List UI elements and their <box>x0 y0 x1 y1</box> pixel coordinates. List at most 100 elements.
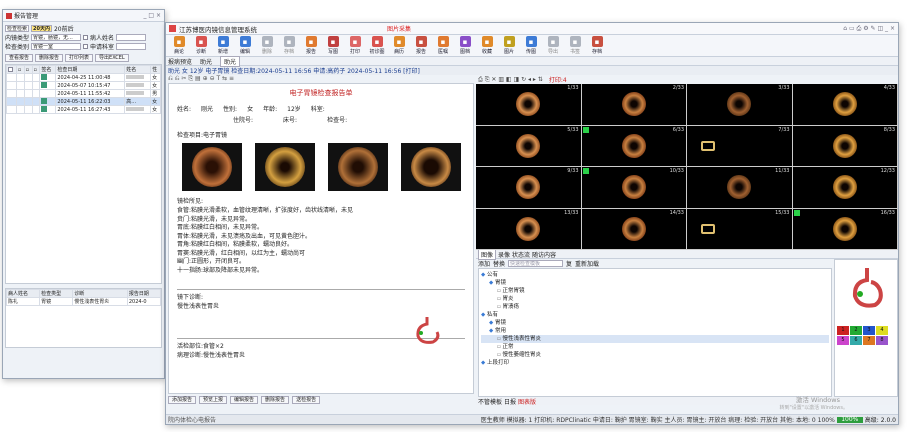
patient-name-check[interactable] <box>83 35 89 40</box>
col-check[interactable] <box>6 65 17 74</box>
report-edit-toolbar[interactable]: ⎌ ⎌ ✂ ⎘ ▤ ⊕ ⊖ T ⇆ ≡ <box>166 75 476 83</box>
col-type[interactable]: 检查类型 <box>39 289 74 298</box>
thumbnail[interactable]: 1/33 <box>476 84 582 126</box>
thumbnail[interactable]: 6/33 <box>581 125 687 167</box>
tree-node[interactable]: ◆ 胃镜 <box>481 279 829 287</box>
tree-node[interactable]: ◆ 常用 <box>481 327 829 335</box>
report-image-3[interactable] <box>327 143 388 191</box>
thumbnail[interactable]: 15/33 <box>687 208 793 250</box>
site-color-2[interactable]: 2 <box>850 326 862 335</box>
filter-range[interactable]: 20前后 <box>54 24 74 33</box>
tree-node[interactable]: ▫ 胃炎 <box>481 295 829 303</box>
toolbar-button-2[interactable]: ▪ 新增 <box>212 36 234 55</box>
thumbnail[interactable]: 10/33 <box>581 167 687 209</box>
tab-light1[interactable]: 助光 <box>200 57 212 66</box>
col-rdate[interactable]: 报告日期 <box>126 289 162 298</box>
thumbnail[interactable]: 8/33 <box>792 125 898 167</box>
site-color-4[interactable]: 4 <box>876 326 888 335</box>
thumbnail[interactable]: 7/33 <box>687 125 793 167</box>
tree-node[interactable]: ▫ 正常胃镜 <box>481 287 829 295</box>
thumbnail[interactable]: 16/33 <box>792 208 898 250</box>
tab-followup[interactable]: 随访内容 <box>532 250 556 259</box>
thumbnail[interactable]: 3/33 <box>687 84 793 126</box>
toolbar-button-17[interactable]: ▪ 导出 <box>542 36 564 55</box>
col-sex[interactable]: 性 <box>150 65 161 74</box>
stomach-site-diagram[interactable] <box>849 268 885 314</box>
tree-node[interactable]: ▫ 胃溃疡 <box>481 303 829 311</box>
table-row[interactable]: 2024-04-25 11:00:48 女 <box>6 73 161 82</box>
toolbar-button-15[interactable]: ▪ 图片 <box>498 36 520 55</box>
report-sheet[interactable]: 电子胃镜检查报告单 姓名: 刚光 性别: 女 年龄: 12岁 科室: 住院号: 床号:… <box>168 83 474 394</box>
add-report-button[interactable]: 添加报告 <box>168 395 197 404</box>
thumbnail[interactable]: 5/33 <box>476 125 582 167</box>
toolbar-button-0[interactable]: ▪ 病论 <box>168 36 190 55</box>
col-diag[interactable]: 诊断 <box>72 289 128 298</box>
toolbar-button-13[interactable]: ▪ 图档 <box>454 36 476 55</box>
endo-type-select[interactable]: 胃镜，肠镜，无... <box>31 34 82 41</box>
col-patient[interactable]: 病人姓名 <box>5 289 41 298</box>
toolbar-button-11[interactable]: ▪ 报告 <box>410 36 432 55</box>
thumbnail[interactable]: 14/33 <box>581 208 687 250</box>
preview-submit-button[interactable]: 预览上报 <box>199 395 228 404</box>
tree-node[interactable]: ▫ 正常 <box>481 343 829 351</box>
tree-node[interactable]: ◆ 上段打印 <box>481 359 829 367</box>
tpl-search[interactable]: 快速检查模板 <box>508 260 564 267</box>
tpl-add[interactable]: 添加 <box>478 259 490 268</box>
edit-report-button[interactable]: 编辑报告 <box>230 395 259 404</box>
tree-node[interactable]: ▫ 慢性浅表性胃炎 <box>481 335 829 343</box>
toolbar-button-9[interactable]: ▪ 初诊图 <box>366 36 388 55</box>
status-daily[interactable]: 日报 <box>504 397 516 406</box>
table-row[interactable]: 2024-05-11 11:55:42 男 <box>6 89 161 98</box>
site-color-5[interactable]: 5 <box>837 336 849 345</box>
report-image-4[interactable] <box>400 143 461 191</box>
tab-preview[interactable]: 报病预览 <box>168 57 192 66</box>
toolbar-button-7[interactable]: ▪ 写图 <box>322 36 344 55</box>
report-image-1[interactable] <box>181 143 242 191</box>
tab-light2[interactable]: 助光 <box>220 55 241 67</box>
col-date[interactable]: 检查日期 <box>55 65 126 74</box>
window-controls[interactable]: _ □ × <box>143 12 161 19</box>
image-toolbar-icons[interactable]: ⎙ ⎘ ✕ ▥ ◧ ◨ ↻ ◂ ▸ ⇅ <box>478 76 543 84</box>
table-row-selected[interactable]: 2024-05-11 16:22:03 高... 女 <box>6 97 161 106</box>
tab-images[interactable]: 图像 <box>478 248 497 260</box>
tree-node[interactable]: ▫ 慢性萎缩性胃炎 <box>481 351 829 359</box>
tree-node[interactable]: ◆ 公有 <box>481 271 829 279</box>
tpl-reload[interactable]: 重新加载 <box>575 259 599 268</box>
site-color-1[interactable]: 1 <box>837 326 849 335</box>
filter-20days[interactable]: 20天内 <box>31 25 52 32</box>
tab-video[interactable]: 录像 <box>498 250 510 259</box>
toolbar-button-5[interactable]: ▪ 存档 <box>278 36 300 55</box>
dept-input[interactable] <box>116 43 147 50</box>
toolbar-button-14[interactable]: ▪ 收藏 <box>476 36 498 55</box>
site-color-6[interactable]: 6 <box>850 336 862 345</box>
report-image-2[interactable] <box>254 143 315 191</box>
export-excel-button[interactable]: 导出EXCEL <box>95 53 129 62</box>
tpl-copy[interactable]: 复 <box>566 259 572 268</box>
thumbnail[interactable]: 12/33 <box>792 167 898 209</box>
table-row[interactable]: 2024-05-07 10:15:47 女 <box>6 81 161 90</box>
toolbar-button-10[interactable]: ▪ 病历 <box>388 36 410 55</box>
col-sign[interactable]: 签名 <box>39 65 57 74</box>
delete-report-button[interactable]: 删除报告 <box>35 53 64 62</box>
exam-class-select[interactable]: 胃镜一室 <box>31 43 82 50</box>
status-chart[interactable]: 图表版 <box>518 397 536 406</box>
toolbar-button-18[interactable]: ▪ 书签 <box>564 36 586 55</box>
toolbar-button-4[interactable]: ▪ 删除 <box>256 36 278 55</box>
table-row[interactable]: 2024-05-11 16:27:43 女 <box>6 105 161 114</box>
thumbnail[interactable]: 13/33 <box>476 208 582 250</box>
dept-check[interactable] <box>83 44 89 49</box>
site-color-8[interactable]: 8 <box>876 336 888 345</box>
capture-alert[interactable]: 图片采集 <box>387 24 411 33</box>
toolbar-button-16[interactable]: ▪ 传图 <box>520 36 542 55</box>
col-name[interactable]: 姓名 <box>124 65 152 74</box>
patient-name-input[interactable] <box>116 34 147 41</box>
toolbar-button-3[interactable]: ▪ 编辑 <box>234 36 256 55</box>
toolbar-button-6[interactable]: ▪ 报告 <box>300 36 322 55</box>
thumbnail[interactable]: 4/33 <box>792 84 898 126</box>
thumbnail[interactable]: 9/33 <box>476 167 582 209</box>
status-tpl[interactable]: 不管模板 <box>478 397 502 406</box>
print-list-button[interactable]: 打印列表 <box>65 53 94 62</box>
tree-node[interactable]: ◆ 私有 <box>481 311 829 319</box>
site-color-7[interactable]: 7 <box>863 336 875 345</box>
view-report-button[interactable]: 查看报告 <box>5 53 34 62</box>
